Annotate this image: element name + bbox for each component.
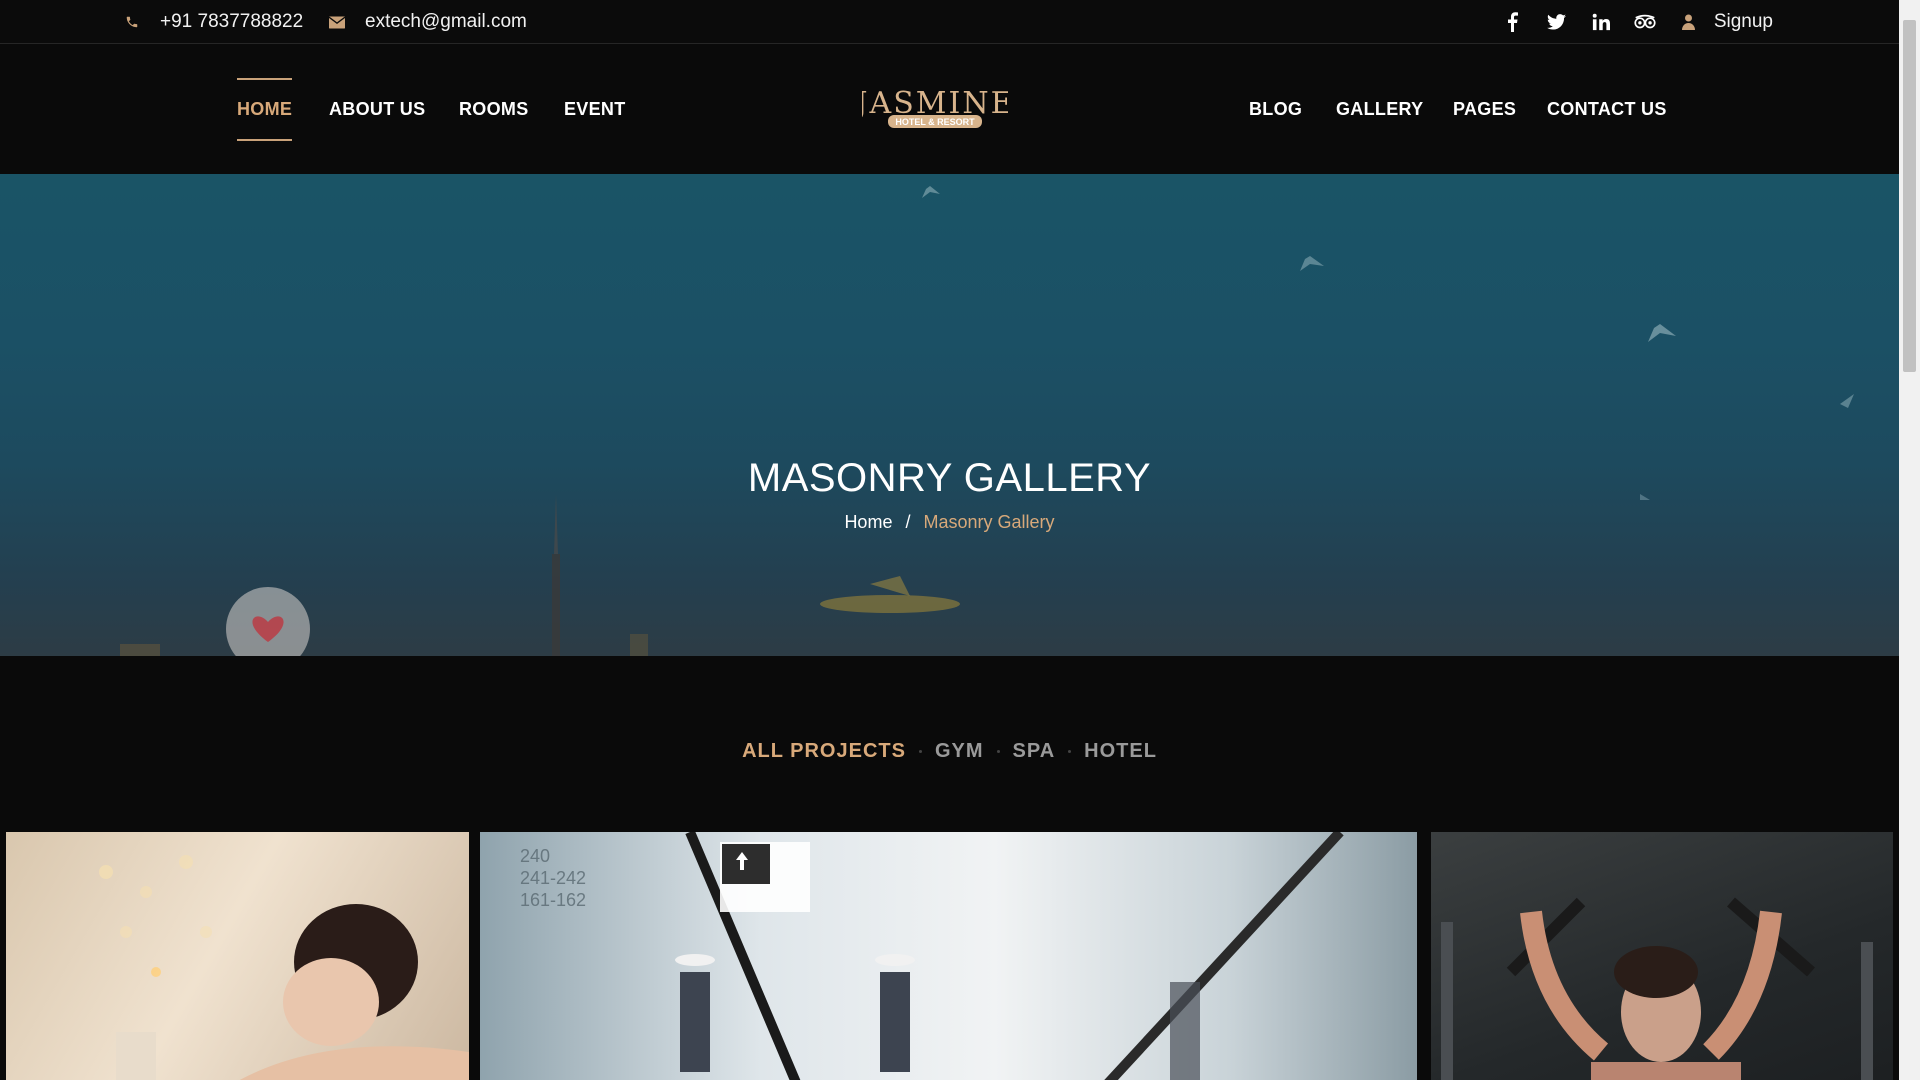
filter-spa[interactable]: SPA xyxy=(1013,740,1056,763)
svg-text:241-242: 241-242 xyxy=(520,868,586,888)
main-navigation: HOME ABOUT US ROOMS EVENT JASMINE HOTEL … xyxy=(0,45,1899,174)
filter-divider xyxy=(996,750,1000,753)
scrollbar-thumb[interactable] xyxy=(1903,20,1916,372)
filter-hotel[interactable]: HOTEL xyxy=(1084,740,1157,763)
facebook-icon[interactable] xyxy=(1502,11,1524,33)
nav-event[interactable]: EVENT xyxy=(564,45,626,174)
page-title: MASONRY GALLERY xyxy=(747,456,1152,500)
signup-link[interactable]: Signup xyxy=(1714,11,1773,33)
nav-blog[interactable]: BLOG xyxy=(1249,45,1302,174)
linkedin-icon[interactable] xyxy=(1590,11,1612,33)
breadcrumb: Home / Masonry Gallery xyxy=(0,512,1899,533)
filter-gym[interactable]: GYM xyxy=(935,740,984,763)
phone-number: +91 7837788822 xyxy=(160,11,304,32)
breadcrumb-home-link[interactable]: Home xyxy=(844,512,892,532)
phone-icon xyxy=(124,14,140,30)
page: +91 7837788822 extech@gmail.com Signup H… xyxy=(0,0,1899,1080)
nav-about-us[interactable]: ABOUT US xyxy=(329,45,425,174)
user-icon[interactable] xyxy=(1678,11,1700,33)
hero-banner: MASONRY GALLERY Home / Masonry Gallery xyxy=(0,174,1899,656)
nav-gallery[interactable]: GALLERY xyxy=(1336,45,1423,174)
gallery-item-airport[interactable]: 240 241-242 161-162 xyxy=(480,832,1417,1080)
nav-contact-us[interactable]: CONTACT US xyxy=(1547,45,1667,174)
gallery-item-gym[interactable] xyxy=(1431,832,1893,1080)
breadcrumb-separator: / xyxy=(905,512,911,532)
phone-contact[interactable]: +91 7837788822 xyxy=(124,0,303,44)
filter-divider xyxy=(1068,750,1072,753)
filter-all-projects[interactable]: ALL PROJECTS xyxy=(742,740,906,763)
email-contact[interactable]: extech@gmail.com xyxy=(329,0,527,44)
svg-text:HOTEL & RESORT: HOTEL & RESORT xyxy=(895,117,975,127)
breadcrumb-current: Masonry Gallery xyxy=(923,512,1055,532)
gallery-item-spa[interactable] xyxy=(6,832,469,1080)
svg-text:161-162: 161-162 xyxy=(520,890,586,910)
gallery-filters: ALL PROJECTS GYM SPA HOTEL xyxy=(0,740,1899,763)
svg-text:240: 240 xyxy=(520,846,550,866)
social-links: Signup xyxy=(1480,0,1773,44)
tripadvisor-icon[interactable] xyxy=(1634,11,1656,33)
gym-image xyxy=(1441,897,1873,1080)
spa-image xyxy=(99,855,469,1080)
filter-divider xyxy=(918,750,922,753)
nav-pages[interactable]: PAGES xyxy=(1453,45,1516,174)
page-scrollbar[interactable] xyxy=(1899,0,1920,1080)
twitter-icon[interactable] xyxy=(1546,11,1568,33)
nav-home[interactable]: HOME xyxy=(237,45,293,174)
airport-escalator-image: 240 241-242 161-162 xyxy=(520,832,1344,1080)
email-address: extech@gmail.com xyxy=(365,11,527,32)
hero-background-image xyxy=(120,186,1854,656)
top-bar: +91 7837788822 extech@gmail.com Signup xyxy=(0,0,1899,44)
nav-rooms[interactable]: ROOMS xyxy=(459,45,529,174)
site-logo[interactable]: JASMINE HOTEL & RESORT xyxy=(853,86,1012,132)
envelope-icon xyxy=(329,14,345,30)
